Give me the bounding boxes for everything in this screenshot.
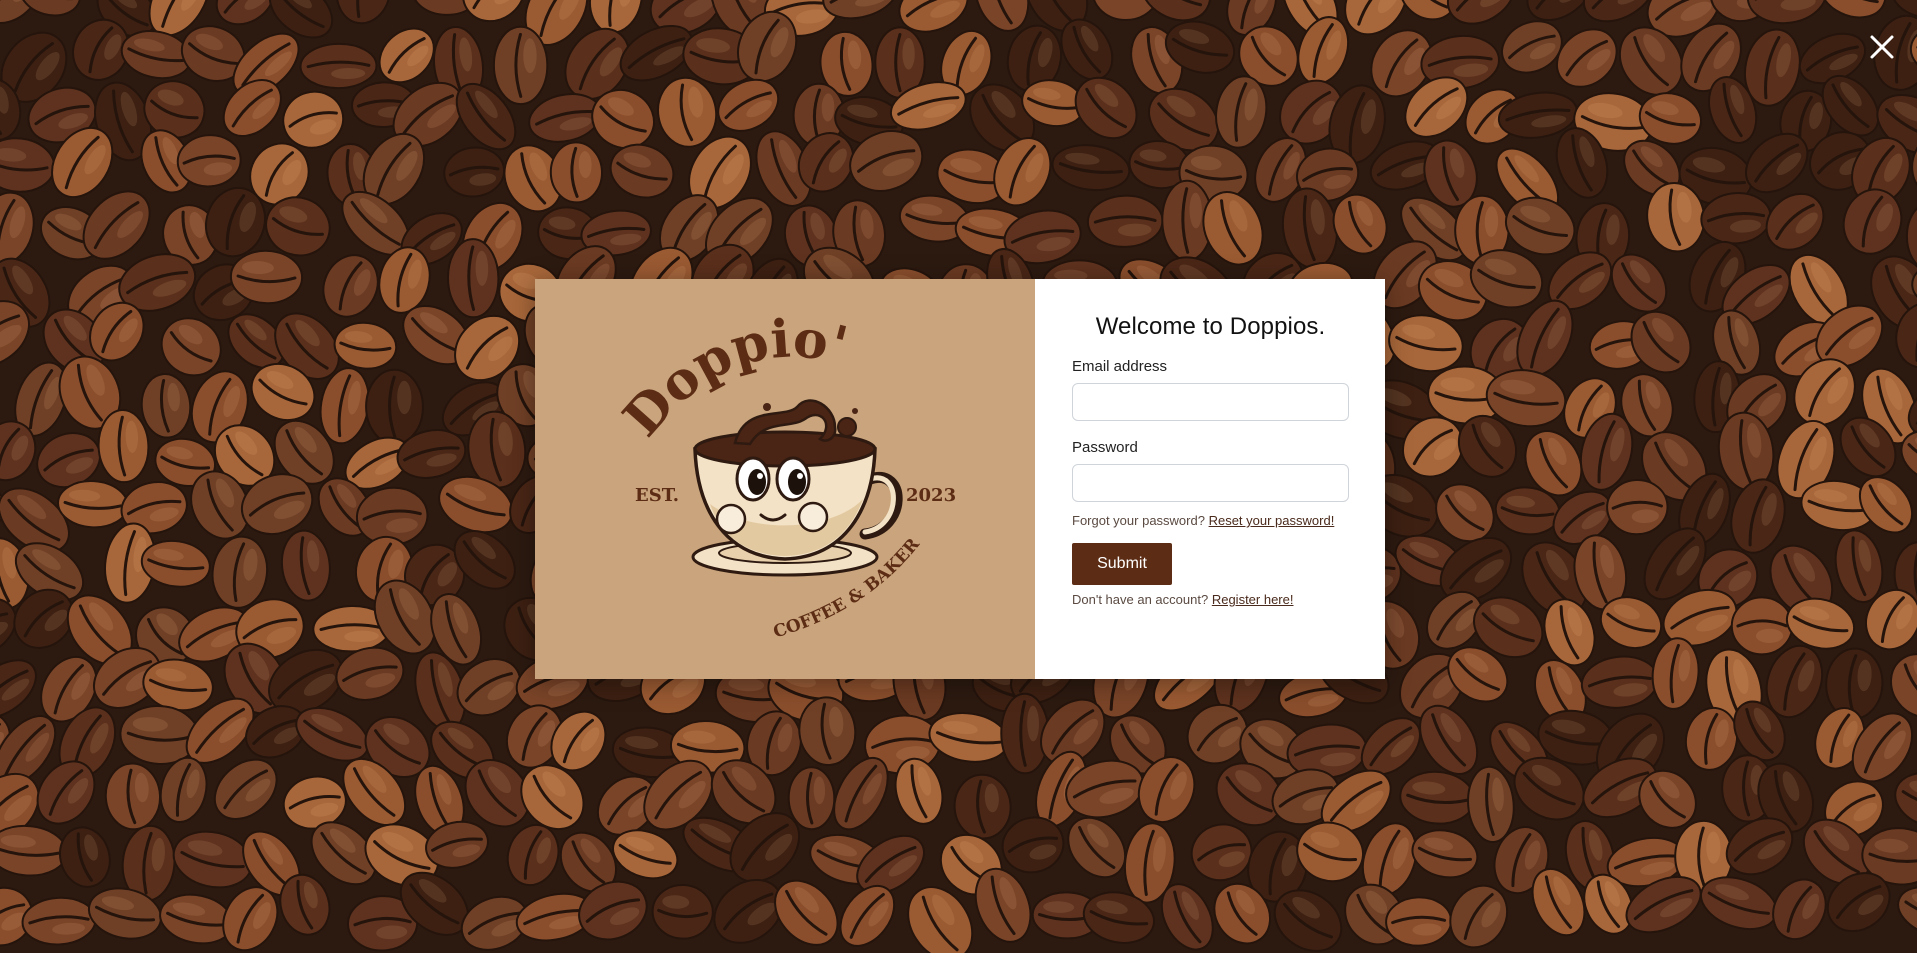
register-link[interactable]: Register here!	[1212, 592, 1294, 607]
logo-year-text: 2023	[906, 485, 956, 506]
forgot-password-text: Forgot your password?	[1072, 513, 1205, 528]
login-form: Welcome to Doppios. Email address Passwo…	[1035, 279, 1385, 679]
close-button[interactable]	[1865, 30, 1899, 64]
coffee-bean	[549, 141, 604, 204]
password-input[interactable]	[1072, 464, 1349, 502]
register-line: Don't have an account? Register here!	[1072, 592, 1349, 607]
coffee-bean	[365, 368, 424, 445]
coffee-bean	[1730, 596, 1794, 656]
logo-est-text: EST.	[635, 485, 679, 506]
submit-button[interactable]: Submit	[1072, 543, 1172, 585]
logo-panel: Doppio's EST. 2023 COFFEE & BAKERY	[535, 279, 1035, 679]
email-input[interactable]	[1072, 383, 1349, 421]
password-label: Password	[1072, 439, 1138, 456]
reset-password-link[interactable]: Reset your password!	[1209, 513, 1335, 528]
coffee-bean	[446, 238, 500, 319]
forgot-password-line: Forgot your password? Reset your passwor…	[1072, 513, 1349, 528]
login-modal: Doppio's EST. 2023 COFFEE & BAKERY	[535, 279, 1385, 679]
form-title: Welcome to Doppios.	[1095, 313, 1326, 340]
coffee-bean	[492, 25, 549, 106]
coffee-bean	[299, 42, 378, 90]
coffee-bean	[1086, 194, 1164, 248]
register-text: Don't have an account?	[1072, 592, 1209, 607]
coffee-bean	[787, 766, 836, 831]
doppios-logo: Doppio's EST. 2023 COFFEE & BAKERY	[535, 279, 1035, 679]
email-label: Email address	[1072, 358, 1168, 375]
close-icon	[1870, 35, 1894, 59]
